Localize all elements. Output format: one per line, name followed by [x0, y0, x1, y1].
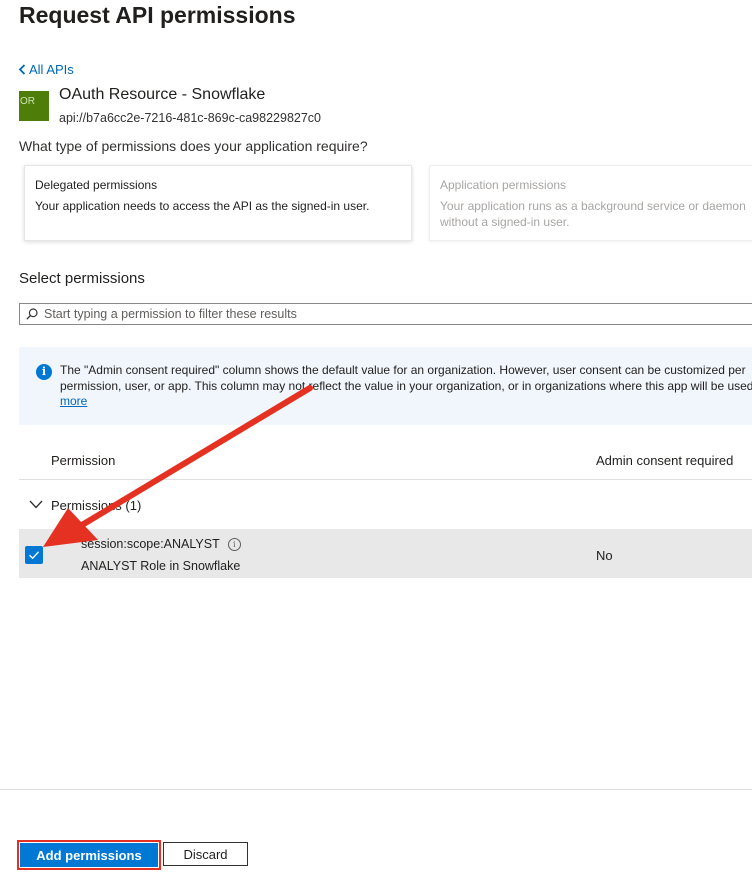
column-header-permission[interactable]: Permission: [51, 453, 115, 468]
permissions-table-header: Permission Admin consent required: [19, 443, 752, 480]
admin-consent-notice: i The "Admin consent required" column sh…: [19, 347, 752, 425]
chevron-left-icon: [18, 64, 26, 75]
delegated-permissions-description: Your application needs to access the API…: [35, 199, 370, 213]
application-permissions-title: Application permissions: [440, 178, 567, 192]
permission-type-question: What type of permissions does your appli…: [19, 138, 368, 154]
api-id: api://b7a6cc2e-7216-481c-869c-ca98229827…: [59, 111, 321, 125]
annotation-arrow: [43, 385, 313, 547]
notice-text: The "Admin consent required" column show…: [60, 363, 752, 410]
page-title: Request API permissions: [19, 2, 296, 28]
permission-group-label: Permissions (1): [51, 498, 142, 513]
add-permissions-button[interactable]: Add permissions: [17, 840, 161, 870]
column-header-admin-consent[interactable]: Admin consent required: [596, 453, 733, 468]
info-icon: i: [36, 364, 52, 380]
permission-info-icon[interactable]: i: [227, 538, 241, 552]
all-apis-link[interactable]: All APIs: [18, 62, 74, 77]
learn-more-link[interactable]: more: [60, 394, 87, 408]
delegated-permissions-title: Delegated permissions: [35, 178, 158, 192]
discard-button[interactable]: Discard: [163, 842, 248, 866]
select-permissions-heading: Select permissions: [19, 270, 145, 287]
all-apis-label: All APIs: [29, 62, 74, 77]
api-logo: OR: [19, 91, 49, 121]
checkmark-icon: [29, 551, 40, 560]
table-row[interactable]: session:scope:ANALYST i ANALYST Role in S…: [19, 529, 752, 578]
permission-description: ANALYST Role in Snowflake: [81, 559, 241, 573]
permission-name-text: session:scope:ANALYST: [81, 537, 220, 551]
admin-consent-value: No: [596, 548, 613, 563]
delegated-permissions-card[interactable]: Delegated permissions Your application n…: [24, 165, 412, 241]
chevron-down-icon: [29, 500, 43, 509]
application-permissions-card[interactable]: Application permissions Your application…: [429, 165, 752, 241]
search-icon: [26, 308, 38, 320]
notice-body: The "Admin consent required" column show…: [60, 363, 752, 393]
permission-checkbox[interactable]: [25, 546, 43, 564]
permission-group-toggle[interactable]: Permissions (1): [19, 488, 752, 524]
permission-search-box[interactable]: [19, 303, 752, 325]
footer-divider: [0, 789, 752, 790]
application-permissions-description: Your application runs as a background se…: [440, 199, 746, 229]
permission-search-input[interactable]: [44, 307, 744, 321]
api-name: OAuth Resource - Snowflake: [59, 86, 266, 103]
permission-name: session:scope:ANALYST i: [81, 537, 241, 552]
